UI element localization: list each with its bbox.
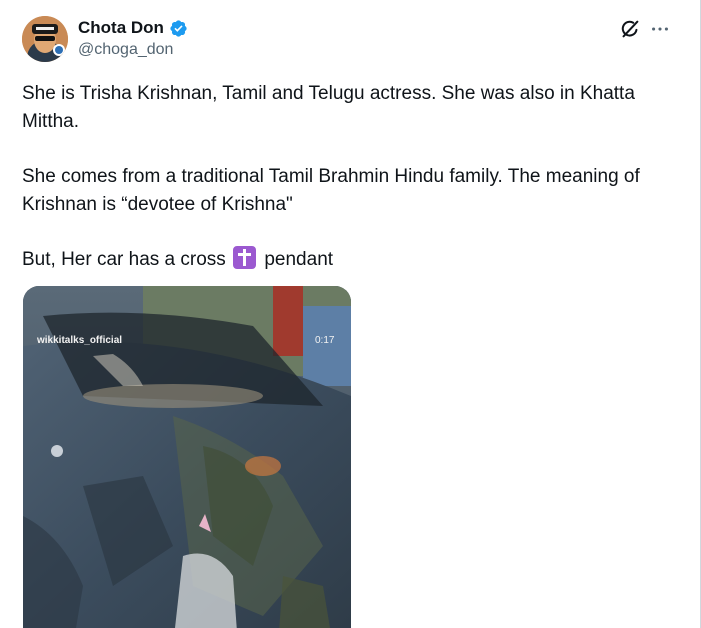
author-handle[interactable]: @choga_don	[78, 41, 173, 59]
grok-icon[interactable]	[619, 18, 641, 40]
avatar-image	[22, 16, 68, 62]
video-duration: 0:17	[315, 335, 335, 346]
tweet-text: She is Trisha Krishnan, Tamil and Telugu…	[22, 80, 682, 274]
verified-badge-icon	[170, 19, 187, 37]
avatar[interactable]	[22, 16, 68, 62]
video-watermark: wikkitalks_official	[37, 335, 123, 346]
tweet-paragraph-1: She is Trisha Krishnan, Tamil and Telugu…	[22, 83, 635, 132]
tweet-post: Chota Don @choga_don She is Trisha Krish…	[0, 0, 701, 628]
author-name-row[interactable]: Chota Don	[78, 17, 188, 39]
author-display-name[interactable]: Chota Don	[78, 18, 164, 38]
tweet-paragraph-3-start: But, Her car has a cross	[22, 249, 226, 270]
tweet-paragraph-2: She comes from a traditional Tamil Brahm…	[22, 166, 640, 215]
latin-cross-emoji-icon	[233, 246, 257, 269]
tweet-paragraph-3-end: pendant	[264, 249, 334, 270]
tweet-paragraph-3: But, Her car has a cross pendant	[22, 246, 682, 274]
video-thumbnail[interactable]: wikkitalks_official 0:17	[23, 286, 351, 628]
more-icon[interactable]	[649, 18, 671, 40]
